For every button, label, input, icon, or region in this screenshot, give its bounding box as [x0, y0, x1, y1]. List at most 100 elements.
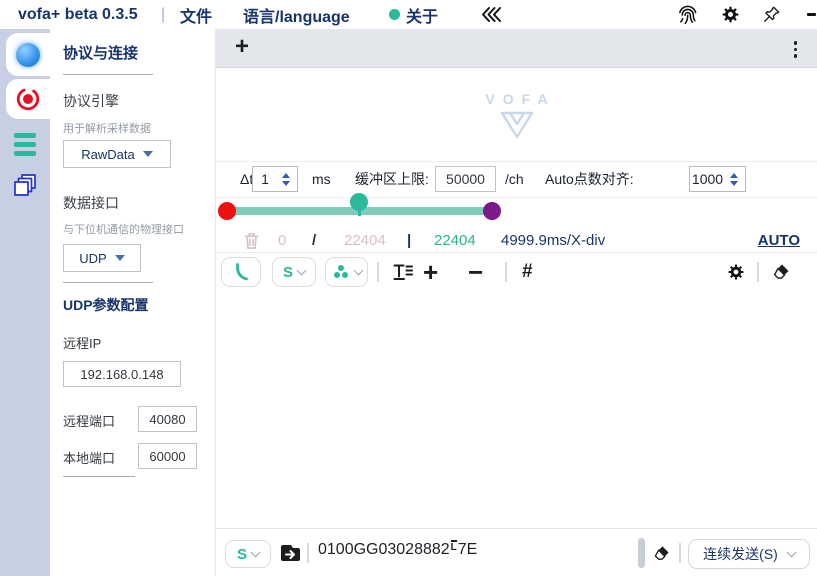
send-payload-text[interactable]: 0100GG03028882 L 7E	[318, 541, 477, 559]
chevron-down-icon	[297, 265, 307, 275]
cluster-widget-dropdown[interactable]	[325, 257, 368, 287]
curve-widget-button[interactable]	[221, 257, 261, 287]
interface-select[interactable]: UDP	[63, 244, 141, 272]
watermark-text: VOFA	[216, 91, 817, 107]
collapse-panel-icon[interactable]	[480, 0, 502, 29]
buffer-limit-label: 缓冲区上限:	[355, 163, 429, 195]
titlebar: vofa+ beta 0.3.5 | 文件 语言/language 关于	[0, 0, 817, 29]
clear-send-button[interactable]	[652, 544, 671, 563]
engine-label: 协议引擎	[63, 91, 119, 111]
auto-scale-link[interactable]: AUTO	[758, 227, 800, 253]
sidebar-item-connection[interactable]	[6, 33, 50, 76]
gear-icon	[727, 263, 745, 281]
sampling-controls: Δt: ms 缓冲区上限: /ch Auto点数对齐:	[216, 163, 817, 195]
stepper-arrows-icon[interactable]	[277, 173, 295, 186]
local-port-label: 本地端口	[63, 448, 115, 467]
sidebar-item-windows[interactable]	[0, 167, 50, 203]
about-status-dot-icon	[389, 0, 400, 29]
send-mode-dropdown[interactable]: 连续发送(S)	[688, 539, 810, 569]
pin-icon[interactable]	[762, 0, 781, 29]
trash-icon[interactable]	[243, 227, 260, 253]
widget-toolbar: S + − #	[216, 255, 817, 289]
chevron-down-icon	[786, 547, 796, 557]
send-format-dropdown[interactable]: S	[225, 540, 271, 568]
engine-select-value: RawData	[81, 147, 134, 162]
buffer-unit: /ch	[505, 163, 524, 195]
received-count: 22404	[434, 227, 476, 253]
sendbar-scrollbar[interactable]	[638, 538, 645, 568]
vofa-app-window: vofa+ beta 0.3.5 | 文件 语言/language 关于	[0, 0, 817, 576]
stepper-arrows-icon[interactable]	[725, 173, 743, 186]
auto-align-stepper[interactable]	[689, 166, 746, 192]
fingerprint-icon[interactable]	[676, 0, 699, 29]
sendbar-separator	[307, 543, 309, 563]
main-area: + VOFA Δt: ms 缓冲区上限: /ch Auto点数对齐:	[216, 29, 817, 576]
capacity-count: 22404	[344, 227, 386, 253]
edge-dash-icon[interactable]	[807, 13, 816, 16]
remote-ip-field[interactable]	[63, 361, 181, 387]
buffer-limit-field[interactable]	[435, 166, 496, 192]
menu-about[interactable]: 关于	[406, 0, 438, 29]
toolbar-separator	[505, 262, 507, 282]
payload-prefix: 0100GG03028882	[318, 541, 450, 559]
panel-title: 协议与连接	[63, 42, 138, 63]
buffer-range-slider	[216, 199, 817, 227]
slider-start-handle[interactable]	[218, 202, 236, 220]
toolbar-separator	[377, 262, 379, 282]
divider	[216, 252, 817, 253]
vofa-logo-icon	[498, 110, 536, 140]
blue-sphere-icon	[16, 43, 40, 67]
udp-config-title: UDP参数配置	[63, 295, 149, 315]
payload-suffix: 7E	[458, 541, 478, 559]
hash-grid-button[interactable]: #	[522, 257, 533, 287]
chevron-down-icon	[353, 265, 363, 275]
hamburger-icon	[14, 133, 36, 156]
send-mode-label: 连续发送(S)	[703, 544, 778, 564]
local-port-field[interactable]	[138, 443, 197, 469]
plot-settings-button[interactable]	[727, 257, 745, 287]
interface-hint: 与下位机通信的物理接口	[63, 221, 184, 237]
sendbar-separator	[679, 543, 681, 563]
menu-file[interactable]: 文件	[180, 0, 212, 29]
slider-position-handle[interactable]	[350, 193, 368, 211]
tab-bar: +	[216, 29, 817, 68]
sidebar-item-record[interactable]	[6, 79, 50, 119]
menu-language[interactable]: 语言/language	[243, 0, 350, 29]
chevron-down-icon	[143, 151, 153, 157]
add-channel-button[interactable]: +	[423, 257, 438, 287]
curve-icon	[231, 262, 251, 282]
send-payload-button[interactable]	[279, 542, 302, 564]
settings-gear-icon[interactable]	[721, 0, 740, 29]
dt-unit: ms	[312, 163, 331, 195]
dt-stepper[interactable]	[252, 166, 298, 192]
s-widget-icon: S	[283, 264, 293, 281]
slider-end-handle[interactable]	[483, 202, 501, 220]
eraser-icon	[771, 262, 791, 282]
engine-hint: 用于解析采样数据	[63, 120, 151, 136]
clear-plot-button[interactable]	[771, 257, 791, 287]
plot-canvas[interactable]	[216, 290, 817, 528]
tab-menu-icon[interactable]	[794, 41, 798, 58]
dt-input[interactable]	[253, 171, 277, 187]
remote-port-label: 远程端口	[63, 411, 115, 430]
send-widget-dropdown[interactable]: S	[272, 257, 316, 287]
remote-port-field[interactable]	[138, 406, 197, 432]
legend-text-icon	[392, 262, 414, 282]
xdiv-readout: 4999.9ms/X-div	[501, 227, 605, 253]
engine-select[interactable]: RawData	[63, 140, 171, 168]
auto-align-input[interactable]	[690, 171, 725, 187]
divider	[63, 282, 153, 283]
remote-ip-label: 远程IP	[63, 333, 101, 352]
record-icon	[15, 86, 41, 112]
icon-strip	[0, 29, 50, 576]
legend-text-button[interactable]	[392, 257, 414, 287]
sidebar-item-list[interactable]	[0, 129, 50, 159]
auto-align-label: Auto点数对齐:	[545, 163, 634, 195]
buffer-counts: 0 / 22404 | 22404 4999.9ms/X-div AUTO	[216, 227, 817, 253]
newline-marker-icon: L	[451, 540, 457, 553]
add-tab-button[interactable]: +	[235, 33, 249, 61]
remove-channel-button[interactable]: −	[468, 257, 483, 287]
chevron-down-icon	[115, 255, 125, 261]
count-slash: /	[312, 227, 316, 253]
divider	[216, 197, 817, 198]
